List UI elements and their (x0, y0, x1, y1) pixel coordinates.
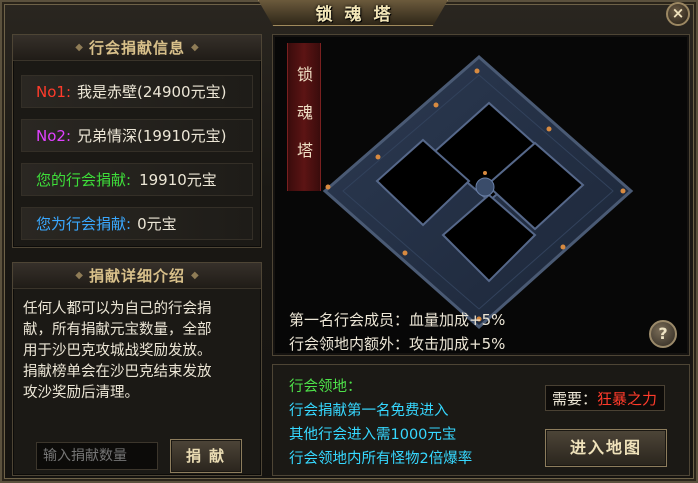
my-contribution-label: 您为行会捐献: (36, 215, 132, 233)
donation-amount-input[interactable] (36, 442, 158, 470)
window-title-plate: 锁魂塔 (258, 0, 448, 26)
territory-rules-panel: 行会领地： 行会捐献第一名免费进入 其他行会进入需1000元宝 行会领地内所有怪… (272, 364, 690, 476)
my-guild-donation-value: 19910元宝 (139, 171, 217, 189)
window-title: 锁魂塔 (315, 5, 403, 25)
territory-rule-line: 其他行会进入需1000元宝 (289, 427, 457, 443)
description-line: 用于沙巴克攻城战奖励发放。 (23, 343, 212, 359)
description-line: 任何人都可以为自己的行会捐 (23, 301, 212, 317)
donation-details-title: 捐献详细介绍 (88, 267, 185, 285)
requirement-box: 需要： 狂暴之力 (545, 385, 665, 411)
donation-description: 任何人都可以为自己的行会捐 献，所有捐献元宝数量，全部 用于沙巴克攻城战奖励发放… (23, 299, 251, 404)
territory-heading: 行会领地： (289, 379, 362, 395)
description-line: 攻沙奖励后清理。 (23, 385, 139, 401)
enter-map-button[interactable]: 进入地图 (545, 429, 667, 467)
my-contribution-value: 0元宝 (137, 215, 177, 233)
my-guild-donation-label: 您的行会捐献: (36, 171, 132, 189)
rank1-value: 我是赤壁(24900元宝) (77, 83, 227, 101)
rank2-label: No2: (36, 126, 71, 145)
rank2-row: No2: 兄弟情深(19910元宝) (21, 119, 253, 152)
header-right-ornament-icon: ◆ (191, 270, 199, 281)
guild-donation-info-header: ◆ 行会捐献信息 ◆ (13, 35, 261, 61)
description-line: 捐献榜单会在沙巴克结束发放 (23, 364, 212, 380)
game-window: 锁魂塔 × ◆ 行会捐献信息 ◆ No1: 我是赤壁(24900元宝) No2:… (0, 0, 698, 483)
requirement-label: 需要： (552, 389, 598, 408)
rank1-row: No1: 我是赤壁(24900元宝) (21, 75, 253, 108)
territory-rule-line: 行会捐献第一名免费进入 (289, 403, 449, 419)
description-line: 献，所有捐献元宝数量，全部 (23, 322, 212, 338)
header-left-ornament-icon: ◆ (75, 270, 83, 281)
map-bonus-line: 第一名行会成员：血量加成+5% (289, 311, 506, 329)
rank1-label: No1: (36, 82, 71, 101)
map-preview-panel: 锁 魂 塔 第一名行会成员：血量加成+5% 行会领地内额外：攻击加成+5% ? (272, 34, 690, 356)
my-guild-donation-row: 您的行会捐献: 19910元宝 (21, 163, 253, 196)
donate-button[interactable]: 捐献 (170, 439, 242, 473)
territory-rule-line: 行会领地内所有怪物2倍爆率 (289, 451, 473, 467)
close-button[interactable]: × (666, 2, 690, 26)
guild-donation-info-panel: ◆ 行会捐献信息 ◆ No1: 我是赤壁(24900元宝) No2: 兄弟情深(… (12, 34, 262, 248)
my-contribution-row: 您为行会捐献: 0元宝 (21, 207, 253, 240)
header-left-ornament-icon: ◆ (75, 42, 83, 53)
requirement-value: 狂暴之力 (597, 389, 658, 408)
donation-details-header: ◆ 捐献详细介绍 ◆ (13, 263, 261, 289)
rank2-value: 兄弟情深(19910元宝) (77, 127, 227, 145)
map-bonus-line: 行会领地内额外：攻击加成+5% (289, 335, 506, 353)
help-icon[interactable]: ? (649, 320, 677, 348)
header-right-ornament-icon: ◆ (191, 42, 199, 53)
guild-donation-info-title: 行会捐献信息 (88, 39, 185, 57)
